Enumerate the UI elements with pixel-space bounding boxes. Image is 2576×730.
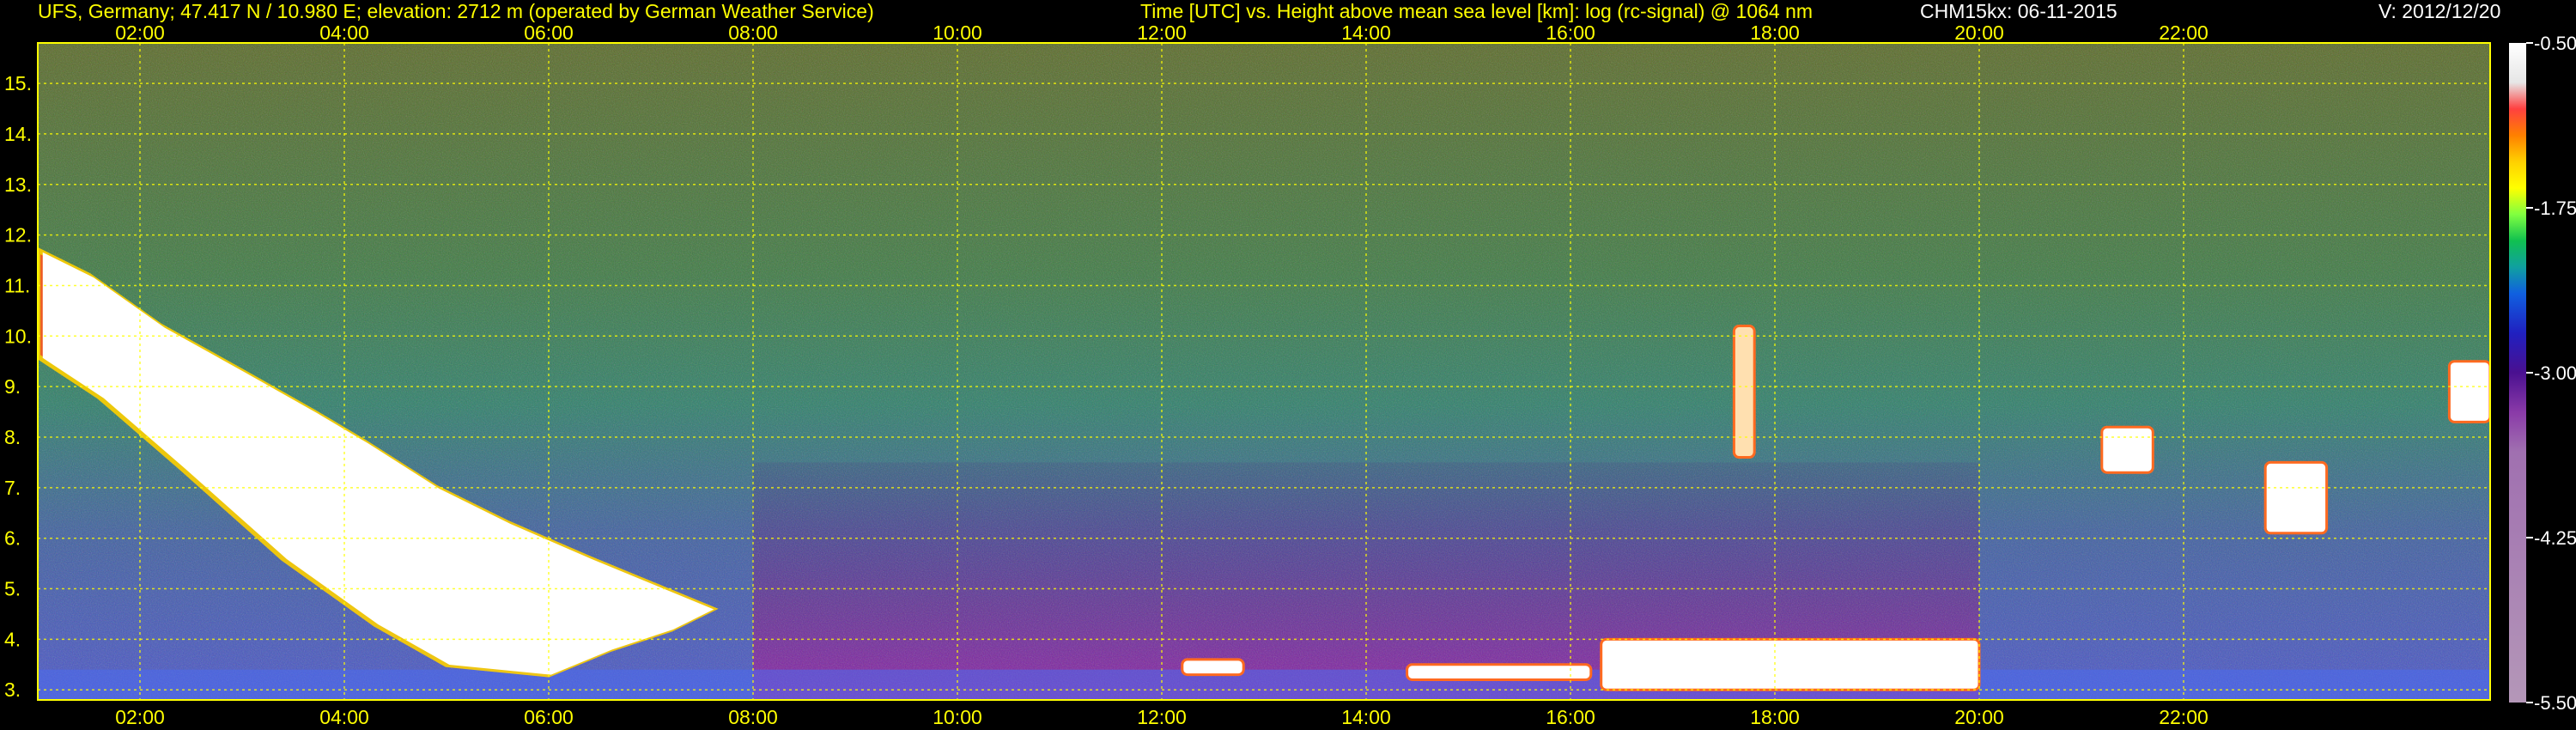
x-tick-label-top: 06:00 <box>524 21 574 44</box>
y-tick-label: 14. <box>4 123 32 145</box>
x-tick-label-top: 14:00 <box>1341 21 1391 44</box>
y-tick-label: 9. <box>4 375 21 398</box>
y-tick-label: 10. <box>4 325 32 347</box>
cloud-feature <box>1181 658 1245 677</box>
x-tick-label-bottom: 02:00 <box>115 706 165 728</box>
colorbar-tick-label: -4.25 <box>2534 527 2576 549</box>
x-tick-label-top: 20:00 <box>1954 21 2004 44</box>
x-tick-label-bottom: 06:00 <box>524 706 574 728</box>
x-tick-label-bottom: 10:00 <box>933 706 982 728</box>
y-tick-label: 12. <box>4 224 32 246</box>
colorbar-tick-label: -1.75 <box>2534 198 2576 219</box>
instrument-date: CHM15kx: 06-11-2015 <box>1920 0 2117 22</box>
version-label: V: 2012/12/20 <box>2379 0 2501 22</box>
y-tick-label: 15. <box>4 72 32 94</box>
x-tick-label-top: 08:00 <box>728 21 778 44</box>
y-tick-label: 4. <box>4 628 21 650</box>
x-tick-label-bottom: 22:00 <box>2159 706 2208 728</box>
cloud-feature <box>2447 360 2490 423</box>
station-info: UFS, Germany; 47.417 N / 10.980 E; eleva… <box>38 0 874 22</box>
y-tick-label: 13. <box>4 173 32 196</box>
x-tick-label-bottom: 20:00 <box>1954 706 2004 728</box>
colorbar-tick-label: -5.50 <box>2534 692 2576 714</box>
x-tick-label-top: 12:00 <box>1137 21 1187 44</box>
plot-area <box>38 43 2490 700</box>
x-tick-label-bottom: 08:00 <box>728 706 778 728</box>
y-tick-label: 5. <box>4 578 21 600</box>
ceilometer-chart: 02:00 02:00 04:00 04:00 06:00 06:00 08:00 08:00… <box>4 21 2576 728</box>
x-tick-label-bottom: 14:00 <box>1341 706 1391 728</box>
x-tick-label-top: 22:00 <box>2159 21 2208 44</box>
y-tick-label: 6. <box>4 527 21 550</box>
x-tick-label-top: 16:00 <box>1546 21 1595 44</box>
y-tick-label: 7. <box>4 477 21 499</box>
cloud-feature <box>2100 425 2154 474</box>
x-tick-label-top: 02:00 <box>115 21 165 44</box>
x-tick-label-top: 18:00 <box>1750 21 1800 44</box>
cloud-feature <box>1406 663 1593 681</box>
colorbar-scale <box>2509 43 2526 703</box>
axis-description: Time [UTC] vs. Height above mean sea lev… <box>1140 0 1814 22</box>
y-tick-label: 8. <box>4 426 21 448</box>
x-tick-label-bottom: 12:00 <box>1137 706 1187 728</box>
boundary-layer <box>38 669 2490 700</box>
colorbar-tick-label: -3.00 <box>2534 362 2576 384</box>
y-tick-label: 3. <box>4 678 21 701</box>
x-tick-label-bottom: 04:00 <box>319 706 369 728</box>
x-tick-label-top: 04:00 <box>319 21 369 44</box>
colorbar-tick-label: -0.50 <box>2534 33 2576 54</box>
x-tick-label-top: 10:00 <box>933 21 982 44</box>
colorbar: -0.50 -1.75 -3.00 -4.25 -5.50 <box>2509 33 2576 714</box>
cloud-feature <box>2263 460 2329 535</box>
cloud-feature <box>1600 637 1981 691</box>
x-tick-label-bottom: 16:00 <box>1546 706 1595 728</box>
y-tick-label: 11. <box>4 274 30 296</box>
x-tick-label-bottom: 18:00 <box>1750 706 1800 728</box>
